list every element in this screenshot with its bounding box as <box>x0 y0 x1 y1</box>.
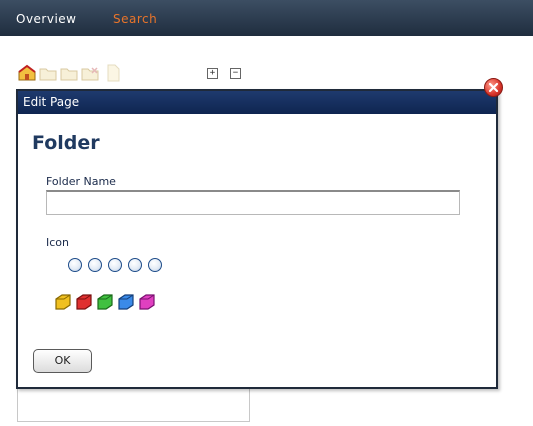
ok-button[interactable]: OK <box>33 349 92 373</box>
close-dialog-button[interactable] <box>484 78 503 97</box>
collapse-all-button[interactable]: − <box>230 68 241 79</box>
magenta-folder-icon <box>139 294 155 310</box>
folder-icon[interactable] <box>38 64 58 82</box>
icon-radio-magenta[interactable] <box>148 258 162 272</box>
icon-label: Icon <box>46 236 69 249</box>
folder-icon[interactable] <box>59 64 79 82</box>
icon-radio-green[interactable] <box>108 258 122 272</box>
tab-overview[interactable]: Overview <box>16 12 77 26</box>
tab-search[interactable]: Search <box>113 12 157 26</box>
red-folder-icon <box>76 294 92 310</box>
folder-heading: Folder <box>32 132 100 154</box>
yellow-folder-icon <box>55 294 71 310</box>
folder-icon[interactable] <box>80 64 100 82</box>
icon-radio-red[interactable] <box>88 258 102 272</box>
dialog-title: Edit Page <box>23 95 80 109</box>
icon-radio-blue[interactable] <box>128 258 142 272</box>
page: Overview Search + − Edit Page Folder Fol… <box>0 0 533 426</box>
folder-name-input[interactable] <box>46 190 460 215</box>
expand-all-button[interactable]: + <box>207 68 218 79</box>
page-icon[interactable] <box>105 64 121 82</box>
folder-name-label: Folder Name <box>46 175 116 188</box>
edit-page-dialog: Edit Page Folder Folder Name Icon OK <box>16 89 498 389</box>
tree-toolbar <box>17 64 129 82</box>
close-icon <box>488 82 499 93</box>
dialog-titlebar[interactable]: Edit Page <box>18 91 496 114</box>
home-folder-icon[interactable] <box>17 64 37 82</box>
icon-radio-yellow[interactable] <box>68 258 82 272</box>
top-nav-bar: Overview Search <box>0 0 533 36</box>
green-folder-icon <box>97 294 113 310</box>
blue-folder-icon <box>118 294 134 310</box>
